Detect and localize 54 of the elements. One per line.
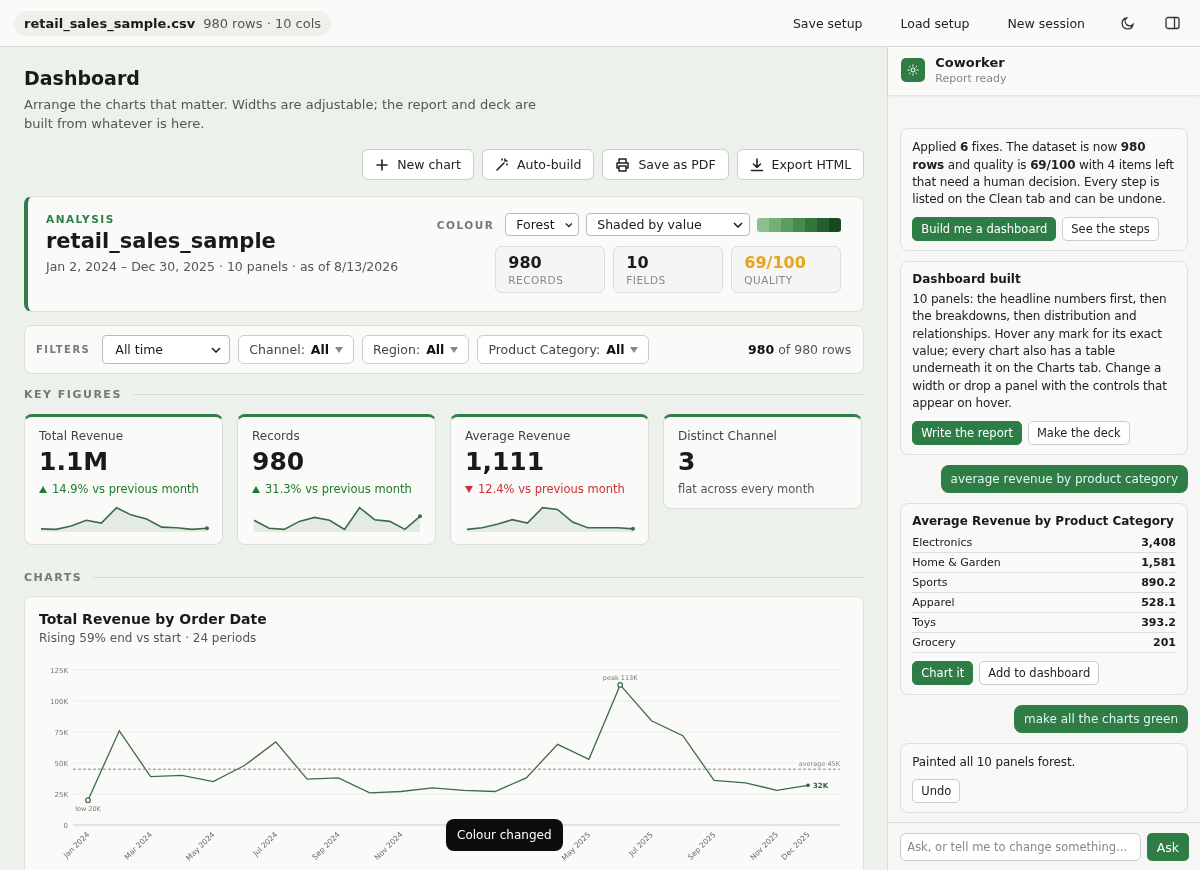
message-text: 10 panels: the headline numbers first, then the breakdowns, then distribution and relationships. Hover any mark for its exact value; every chart also has a table underneath it on the Charts tab. Change a width or drop a panel with the controls that appear on hover. <box>912 290 1168 413</box>
kpi-value: 980 <box>252 447 306 476</box>
kpi-label: Distinct Channel <box>678 429 778 443</box>
kpi-change: 12.4% vs previous month <box>478 482 625 496</box>
file-name: retail_sales_sample.csv <box>24 15 196 31</box>
chart-title: Total Revenue by Order Date <box>39 611 268 627</box>
row-count: 980 of 980 rows <box>748 342 852 357</box>
kpi-change: 31.3% vs previous month <box>265 482 412 496</box>
table-cell: 201 <box>1153 635 1176 649</box>
section-eyebrow: ANALYSIS <box>46 213 116 225</box>
analysis-meta: Jan 2, 2024 – Dec 30, 2025 · 10 panels · as of 8/13/2026 <box>46 259 399 274</box>
toast: Colour changed <box>446 819 563 851</box>
kpi-label: Total Revenue <box>39 429 125 443</box>
file-meta: 980 rows · 10 cols <box>203 15 322 31</box>
table-cell: Sports <box>912 575 948 589</box>
kpi-label: Records <box>252 429 301 443</box>
kpi-label: Average Revenue <box>465 429 572 443</box>
kpi-value: 1,111 <box>465 447 546 476</box>
user-message: average revenue by product category <box>940 464 1188 493</box>
table-cell: 890.2 <box>1141 575 1176 589</box>
stat-label: RECORDS <box>508 274 565 286</box>
section-heading: KEY FIGURES <box>24 388 122 401</box>
message-title: Average Revenue by Product Category <box>912 513 1175 528</box>
chart-subtitle: Rising 59% end vs start · 24 periods <box>39 631 258 645</box>
colour-label: COLOUR <box>436 218 495 231</box>
section-heading: CHARTS <box>24 571 83 584</box>
assistant-name: Coworker <box>935 55 1006 70</box>
table-cell: 1,581 <box>1141 555 1176 569</box>
table-cell: Apparel <box>912 595 955 609</box>
kpi-change: flat across every month <box>678 482 815 496</box>
page-subtitle: Arrange the charts that matter. Widths are adjustable; the report and deck are built from whatever is here. <box>24 96 537 133</box>
table-cell: Home & Garden <box>912 555 1001 569</box>
stat-label: QUALITY <box>744 274 794 286</box>
kpi-value: 1.1M <box>39 447 110 476</box>
message-title: Dashboard built <box>912 271 1022 286</box>
kpi-change: 14.9% vs previous month <box>52 482 199 496</box>
stat-value: 10 <box>626 253 650 272</box>
page-title: Dashboard <box>24 67 141 89</box>
table-cell: 3,408 <box>1141 535 1176 549</box>
kpi-value: 3 <box>678 447 697 476</box>
stat-value: 69/100 <box>744 253 807 272</box>
message-text: Painted all 10 panels forest. <box>912 753 1077 771</box>
user-message: make all the charts green <box>1013 704 1188 733</box>
filters-label: FILTERS <box>36 344 91 355</box>
table-cell: Electronics <box>912 535 973 549</box>
table-cell: Toys <box>912 615 937 629</box>
assistant-status: Report ready <box>935 72 1007 85</box>
table-cell: 528.1 <box>1141 595 1176 609</box>
stat-label: FIELDS <box>626 274 667 286</box>
table-cell: Grocery <box>912 635 956 649</box>
stat-value: 980 <box>508 253 543 272</box>
message-text: Applied 6 fixes. The dataset is now 980 rows and quality is 69/100 with 4 items left that need a human decision. Every step is listed on the Clean tab and can be undone. <box>912 139 1175 209</box>
analysis-title: retail_sales_sample <box>46 229 277 253</box>
table-cell: 393.2 <box>1141 615 1176 629</box>
